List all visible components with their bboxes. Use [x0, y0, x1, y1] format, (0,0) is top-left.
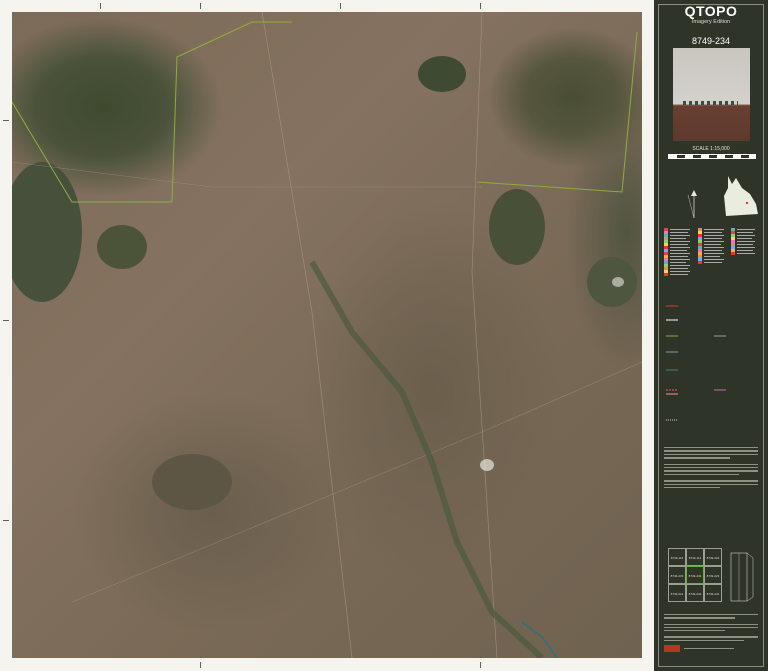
grid-tick: [200, 662, 201, 668]
index-cell[interactable]: 8749-231: [704, 584, 722, 602]
legend-panel: QTOPO Imagery Edition 8749-234 SCALE 1:1…: [654, 0, 768, 671]
index-cell[interactable]: 8749-223: [704, 566, 722, 584]
vegetation-patch: [97, 225, 147, 269]
index-cell[interactable]: 8749-233: [668, 566, 686, 584]
grid-tick: [480, 662, 481, 668]
footer-text-block: [664, 612, 758, 662]
north-arrow-icon: [687, 190, 697, 219]
grid-tick: [340, 3, 341, 9]
map-sheet-index: 8749-113 8749-114 8749-224 8749-233 8749…: [668, 548, 758, 608]
index-cell-current[interactable]: 8749-234: [686, 566, 704, 584]
satellite-imagery-map[interactable]: [12, 12, 642, 658]
scale-text: SCALE 1:15,000: [692, 146, 730, 152]
boundary-line: [476, 31, 638, 193]
government-logo: [664, 645, 680, 653]
legend-column: [664, 228, 696, 276]
vegetation-patch: [152, 454, 232, 510]
creek-vegetation: [309, 260, 545, 658]
track: [471, 12, 498, 658]
vegetation-patch: [489, 189, 545, 265]
cover-photo: [673, 48, 750, 141]
scale-bar: [668, 154, 756, 159]
map-series-title: QTOPO: [684, 3, 738, 19]
sheet-number: 8749-234: [691, 36, 731, 46]
map-overlay: [12, 12, 642, 658]
vegetation-patch: [418, 56, 466, 92]
index-cell[interactable]: 8749-113: [668, 548, 686, 566]
track: [261, 12, 353, 658]
map-frame: [0, 0, 654, 671]
index-cell[interactable]: 8749-232: [686, 584, 704, 602]
cloud: [480, 459, 494, 471]
index-cell[interactable]: 8749-224: [704, 548, 722, 566]
disclaimer-text-block: [664, 445, 758, 540]
legend-column: [698, 228, 728, 264]
grid-tick: [200, 3, 201, 9]
index-cell[interactable]: 8749-221: [668, 584, 686, 602]
index-cell[interactable]: 8749-114: [686, 548, 704, 566]
grid-tick: [100, 3, 101, 9]
cloud: [612, 277, 624, 287]
grid-tick: [3, 320, 9, 321]
queensland-locator-map-icon: [724, 176, 758, 216]
map-edition-subtitle: Imagery Edition: [691, 19, 731, 25]
grid-tick: [3, 520, 9, 521]
tree-line: [683, 101, 738, 105]
legend-line-styles: [666, 305, 726, 421]
grid-tick: [3, 120, 9, 121]
legend-column: [731, 228, 761, 255]
vegetation-patch: [12, 162, 82, 302]
track: [12, 161, 482, 188]
grid-tick: [480, 3, 481, 9]
fold-diagram-icon: [730, 552, 754, 602]
